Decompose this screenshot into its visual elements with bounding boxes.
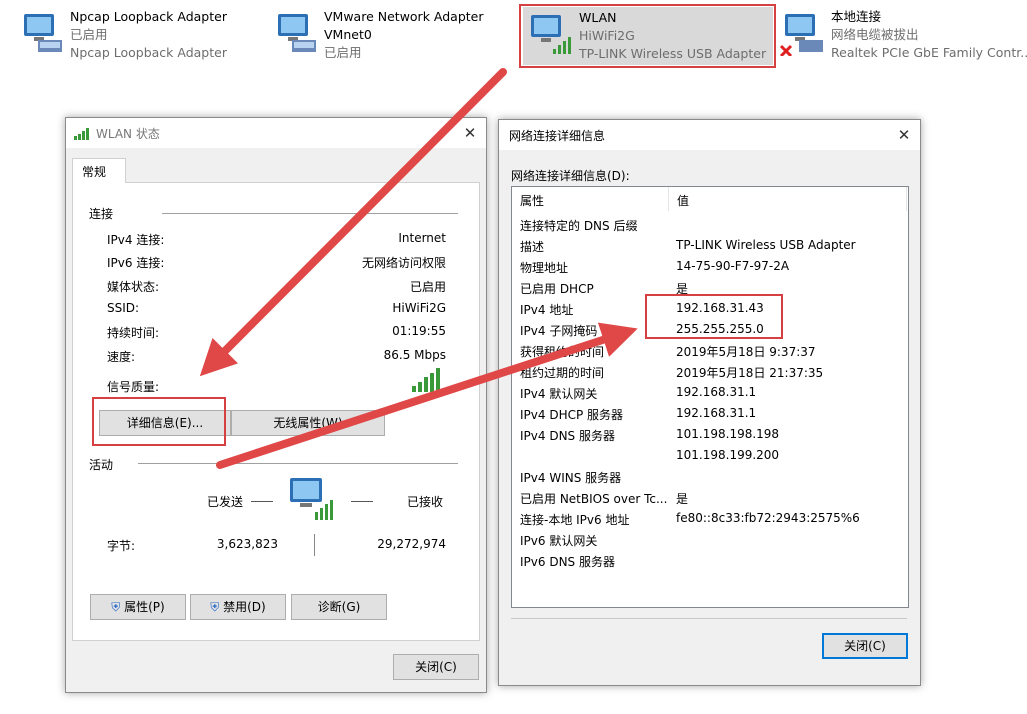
tab-general[interactable]: 常规 bbox=[72, 158, 126, 183]
arrow-to-ip bbox=[216, 322, 638, 469]
arrow-to-details bbox=[199, 68, 507, 377]
annotation-arrows bbox=[199, 68, 638, 469]
tab-label: 常规 bbox=[82, 165, 107, 179]
